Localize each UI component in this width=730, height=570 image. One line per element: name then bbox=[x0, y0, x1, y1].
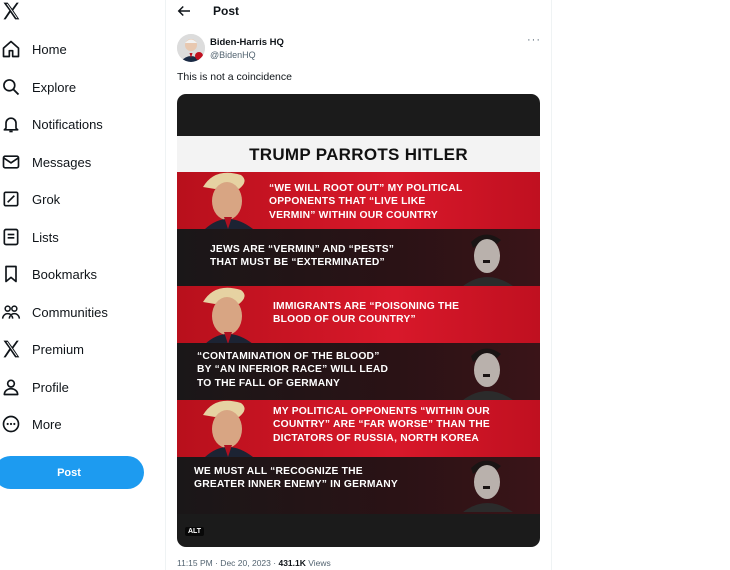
sidebar-item-label: Notifications bbox=[32, 116, 103, 132]
meta-separator: · bbox=[273, 558, 277, 568]
bookmark-icon bbox=[5, 265, 17, 283]
search-icon bbox=[3, 79, 20, 96]
sidebar-item-label: Home bbox=[32, 41, 67, 57]
avatar[interactable] bbox=[177, 34, 205, 62]
sidebar-item-premium[interactable]: Premium bbox=[0, 334, 84, 364]
x-logo-icon bbox=[3, 340, 20, 358]
sidebar: Home Explore Notifications Messages Grok… bbox=[0, 0, 165, 570]
sidebar-item-profile[interactable]: Profile bbox=[0, 372, 69, 402]
tweet-text: This is not a coincidence bbox=[177, 71, 292, 83]
author-name[interactable]: Biden-Harris HQ bbox=[210, 37, 284, 48]
sidebar-item-home[interactable]: Home bbox=[0, 34, 67, 64]
timestamp[interactable]: 11:15 PM · Dec 20, 2023 bbox=[177, 558, 271, 568]
sidebar-item-more[interactable]: More bbox=[0, 409, 62, 439]
sidebar-item-label: Communities bbox=[32, 304, 108, 320]
avatar-image bbox=[177, 34, 205, 62]
people-icon bbox=[1, 305, 21, 319]
sidebar-item-label: More bbox=[32, 416, 62, 432]
author-handle[interactable]: @BidenHQ bbox=[210, 50, 256, 60]
sidebar-item-label: Premium bbox=[32, 341, 85, 357]
list-icon bbox=[3, 228, 19, 246]
image-quote: MY POLITICAL OPPONENTS “WITHIN OUR COUNT… bbox=[273, 406, 490, 444]
sidebar-item-label: Profile bbox=[32, 379, 69, 395]
sidebar-item-notifications[interactable]: Notifications bbox=[0, 109, 103, 139]
main-column: Post Biden-Harris HQ @BidenHQ ··· This i… bbox=[166, 0, 551, 570]
hitler-portrait bbox=[463, 460, 513, 512]
tweet-meta: 11:15 PM · Dec 20, 2023 · 431.1K Views bbox=[177, 558, 331, 568]
image-quote: WE MUST ALL “RECOGNIZE THE GREATER INNER… bbox=[194, 466, 398, 491]
hitler-portrait bbox=[463, 348, 513, 400]
trump-portrait bbox=[203, 400, 253, 457]
sidebar-item-label: Lists bbox=[32, 229, 59, 245]
image-quote: “CONTAMINATION OF THE BLOOD” BY “AN INFE… bbox=[197, 351, 389, 389]
envelope-icon bbox=[2, 155, 20, 169]
x-logo-icon[interactable] bbox=[1, 1, 21, 21]
more-circle-icon bbox=[2, 415, 20, 433]
image-quote: JEWS ARE “VERMIN” AND “PESTS” THAT MUST … bbox=[210, 244, 395, 269]
image-quote: IMMIGRANTS ARE “POISONING THE BLOOD OF O… bbox=[273, 301, 460, 326]
sidebar-item-label: Grok bbox=[32, 191, 61, 207]
bell-icon bbox=[3, 117, 19, 133]
image-title: TRUMP PARROTS HITLER bbox=[249, 145, 468, 164]
sidebar-item-bookmarks[interactable]: Bookmarks bbox=[0, 259, 97, 289]
views-count: 431.1K bbox=[278, 558, 306, 568]
grok-icon bbox=[3, 191, 19, 207]
sidebar-item-lists[interactable]: Lists bbox=[0, 222, 59, 252]
trump-portrait bbox=[203, 287, 253, 344]
image-quote: “WE WILL ROOT OUT” MY POLITICAL OPPONENT… bbox=[269, 183, 463, 221]
column-divider bbox=[551, 0, 552, 570]
post-button[interactable]: Post bbox=[0, 456, 144, 489]
sidebar-item-explore[interactable]: Explore bbox=[0, 72, 76, 102]
arrow-left-icon[interactable] bbox=[175, 2, 193, 20]
alt-badge[interactable]: ALT bbox=[185, 527, 205, 536]
trump-portrait bbox=[203, 172, 253, 229]
views-label: Views bbox=[308, 558, 331, 568]
tweet-image[interactable]: TRUMP PARROTS HITLER “WE WILL ROOT OUT” … bbox=[177, 94, 540, 547]
person-icon bbox=[3, 379, 19, 396]
hitler-portrait bbox=[463, 234, 513, 286]
sidebar-item-communities[interactable]: Communities bbox=[0, 297, 108, 327]
home-icon bbox=[2, 40, 20, 58]
page-title: Post bbox=[213, 4, 240, 18]
sidebar-item-grok[interactable]: Grok bbox=[0, 184, 60, 214]
sidebar-item-messages[interactable]: Messages bbox=[0, 147, 91, 177]
sidebar-item-label: Bookmarks bbox=[32, 266, 98, 282]
sidebar-item-label: Messages bbox=[32, 154, 92, 170]
more-options-icon[interactable]: ··· bbox=[527, 34, 541, 46]
sidebar-item-label: Explore bbox=[32, 79, 77, 95]
